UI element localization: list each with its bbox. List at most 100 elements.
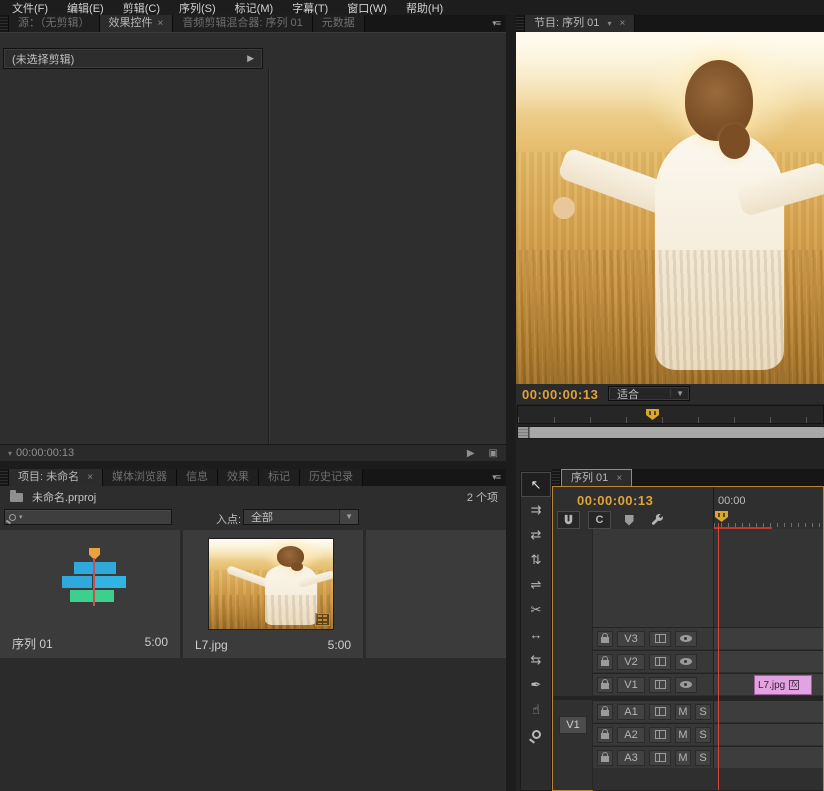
in-point-select[interactable]: 全部 ▼ bbox=[243, 509, 359, 525]
vertical-splitter[interactable] bbox=[506, 15, 516, 791]
track-name[interactable]: V3 bbox=[617, 631, 645, 647]
hand-tool[interactable]: ☝ bbox=[521, 697, 551, 722]
tab-source-monitor[interactable]: 源：（无剪辑） bbox=[9, 15, 100, 32]
menu-title[interactable]: 字幕(T) bbox=[283, 0, 338, 16]
tab-program-monitor[interactable]: 节目: 序列 01 ▾ × bbox=[525, 15, 635, 32]
menu-edit[interactable]: 编辑(E) bbox=[58, 0, 114, 16]
track-a1-lane[interactable] bbox=[713, 701, 823, 722]
chevron-right-icon[interactable]: ▶ bbox=[247, 53, 254, 64]
track-display-toggle[interactable] bbox=[649, 677, 671, 693]
tab-info[interactable]: 信息 bbox=[177, 469, 218, 486]
project-file-name[interactable]: 未命名.prproj bbox=[32, 489, 96, 505]
timeline-settings-button[interactable] bbox=[647, 511, 667, 529]
tab-effect-controls[interactable]: 效果控件× bbox=[100, 15, 174, 32]
slip-tool[interactable]: ↔ bbox=[521, 622, 551, 647]
snap-button[interactable] bbox=[557, 511, 580, 529]
selection-tool[interactable]: ↖ bbox=[521, 472, 551, 497]
tab-metadata[interactable]: 元数据 bbox=[313, 15, 365, 32]
scrollbar-left-cap[interactable] bbox=[518, 427, 529, 438]
solo-toggle[interactable]: S bbox=[695, 704, 711, 720]
track-output-toggle[interactable] bbox=[675, 654, 697, 670]
track-display-toggle[interactable] bbox=[649, 654, 671, 670]
track-display-toggle[interactable] bbox=[649, 750, 671, 766]
razor-tool[interactable]: ✂ bbox=[521, 597, 551, 622]
track-output-toggle[interactable] bbox=[675, 677, 697, 693]
menu-window[interactable]: 窗口(W) bbox=[338, 0, 397, 16]
track-name[interactable]: A2 bbox=[617, 727, 645, 743]
panel-grip[interactable] bbox=[0, 15, 9, 32]
solo-toggle[interactable]: S bbox=[695, 750, 711, 766]
program-playhead[interactable] bbox=[646, 409, 659, 420]
tab-project[interactable]: 项目: 未命名 × bbox=[9, 469, 103, 486]
solo-toggle[interactable]: S bbox=[695, 727, 711, 743]
scrollbar-thumb[interactable] bbox=[530, 427, 824, 438]
menu-clip[interactable]: 剪辑(C) bbox=[114, 0, 170, 16]
playhead-line[interactable] bbox=[718, 523, 719, 790]
search-input[interactable]: ▾ bbox=[4, 509, 172, 525]
track-name[interactable]: A1 bbox=[617, 704, 645, 720]
timeline-playhead[interactable] bbox=[715, 511, 728, 522]
track-name[interactable]: A3 bbox=[617, 750, 645, 766]
panel-grip[interactable] bbox=[552, 469, 561, 486]
tab-timeline-sequence[interactable]: 序列 01 × bbox=[561, 469, 632, 486]
lock-toggle[interactable] bbox=[597, 727, 613, 743]
track-display-toggle[interactable] bbox=[649, 704, 671, 720]
tab-media-browser[interactable]: 媒体浏览器 bbox=[103, 469, 177, 486]
zoom-tool[interactable] bbox=[521, 722, 551, 747]
rolling-edit-tool[interactable]: ⇅ bbox=[521, 547, 551, 572]
pen-tool[interactable]: ✒ bbox=[521, 672, 551, 697]
close-icon[interactable]: × bbox=[620, 18, 626, 29]
track-a2-lane[interactable] bbox=[713, 724, 823, 745]
timeline-timecode[interactable]: 00:00:00:13 bbox=[577, 493, 653, 508]
rate-stretch-tool[interactable]: ⇌ bbox=[521, 572, 551, 597]
tab-audio-mixer[interactable]: 音频剪辑混合器: 序列 01 bbox=[173, 15, 312, 32]
zoom-level-select[interactable]: 适合 ▼ bbox=[608, 386, 690, 401]
add-marker-button[interactable] bbox=[619, 511, 639, 529]
panel-menu-icon[interactable]: ▾≡ bbox=[486, 15, 506, 32]
search-dropdown-icon[interactable]: ▾ bbox=[19, 513, 23, 521]
track-display-toggle[interactable] bbox=[649, 631, 671, 647]
project-item-still[interactable]: L7.jpg 5:00 bbox=[183, 530, 366, 658]
mute-toggle[interactable]: M bbox=[675, 704, 691, 720]
frame-icon[interactable]: ▣ bbox=[489, 448, 498, 459]
close-icon[interactable]: × bbox=[87, 472, 93, 483]
track-v3-lane[interactable] bbox=[713, 628, 823, 649]
project-item-sequence[interactable]: 序列 01 5:00 bbox=[0, 530, 183, 658]
lock-toggle[interactable] bbox=[597, 631, 613, 647]
chevron-down-icon[interactable]: ▾ bbox=[607, 19, 611, 28]
program-timecode[interactable]: 00:00:00:13 bbox=[522, 387, 598, 402]
item-name[interactable]: L7.jpg bbox=[195, 638, 228, 652]
close-icon[interactable]: × bbox=[158, 18, 164, 29]
panel-grip[interactable] bbox=[516, 15, 525, 32]
item-name[interactable]: 序列 01 bbox=[12, 635, 53, 652]
menu-file[interactable]: 文件(F) bbox=[3, 0, 58, 16]
mute-toggle[interactable]: M bbox=[675, 750, 691, 766]
track-name[interactable]: V1 bbox=[617, 677, 645, 693]
track-v2-lane[interactable] bbox=[713, 651, 823, 672]
program-scrollbar[interactable] bbox=[517, 426, 824, 439]
horizontal-splitter[interactable] bbox=[0, 461, 506, 469]
track-output-toggle[interactable] bbox=[675, 631, 697, 647]
linked-selection-button[interactable]: C bbox=[588, 511, 611, 529]
menu-marker[interactable]: 标记(M) bbox=[226, 0, 284, 16]
source-patch-v1[interactable]: V1 bbox=[559, 716, 587, 734]
lock-toggle[interactable] bbox=[597, 704, 613, 720]
mute-toggle[interactable]: M bbox=[675, 727, 691, 743]
lock-toggle[interactable] bbox=[597, 750, 613, 766]
play-audio-icon[interactable]: ▶ bbox=[467, 448, 475, 459]
track-select-tool[interactable]: ⇉ bbox=[521, 497, 551, 522]
menu-sequence[interactable]: 序列(S) bbox=[170, 0, 226, 16]
menu-help[interactable]: 帮助(H) bbox=[397, 0, 453, 16]
track-display-toggle[interactable] bbox=[649, 727, 671, 743]
tab-history[interactable]: 历史记录 bbox=[300, 469, 363, 486]
effect-controls-timecode[interactable]: 00:00:00:13 bbox=[16, 447, 74, 459]
effect-controls-divider[interactable] bbox=[268, 69, 269, 446]
lock-toggle[interactable] bbox=[597, 677, 613, 693]
thumbnail[interactable] bbox=[208, 538, 334, 630]
lock-toggle[interactable] bbox=[597, 654, 613, 670]
timeline-clip[interactable]: L7.jpg fx bbox=[754, 675, 812, 695]
tab-effects[interactable]: 效果 bbox=[218, 469, 259, 486]
panel-menu-icon[interactable]: ▾≡ bbox=[486, 469, 506, 486]
panel-grip[interactable] bbox=[0, 469, 9, 486]
timeline-ruler[interactable]: 00:00 bbox=[713, 487, 823, 527]
